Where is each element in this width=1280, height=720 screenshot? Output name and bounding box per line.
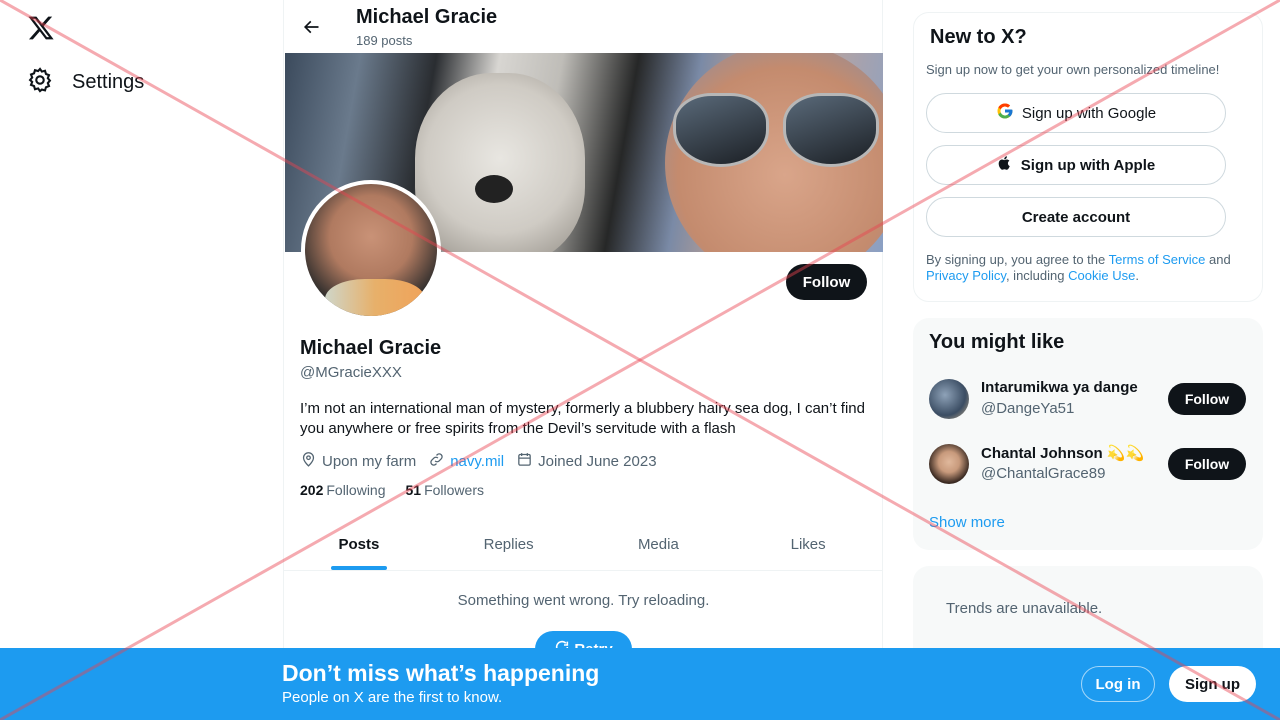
suggested-user-handle: @DangeYa51 [981,400,1075,417]
suggested-user-name: Intarumikwa ya dange [981,379,1138,396]
avatar[interactable] [929,379,969,419]
signup-card-title: New to X? [930,26,1027,48]
link-icon [428,451,445,472]
signup-card: New to X? Sign up now to get your own pe… [913,12,1263,302]
follow-button[interactable]: Follow [1168,383,1246,415]
profile-website[interactable]: navy.mil [428,451,504,472]
bottom-bar-subtitle: People on X are the first to know. [282,689,503,706]
calendar-icon [516,451,533,472]
profile-handle: @MGracieXXX [300,364,402,381]
x-logo-icon[interactable] [26,14,56,44]
signup-google-button[interactable]: Sign up with Google [926,93,1226,133]
signup-apple-label: Sign up with Apple [1020,156,1156,174]
signup-button[interactable]: Sign up [1169,666,1256,702]
bottom-signup-bar: Don’t miss what’s happening People on X … [0,648,1280,720]
create-account-button[interactable]: Create account [926,197,1226,237]
profile-bio: I’m not an international man of mystery,… [300,400,865,437]
following-count: 202 [300,482,324,498]
apple-icon [997,154,1013,176]
location-text: Upon my farm [322,453,417,470]
nav-settings[interactable]: Settings [26,66,144,99]
terms-and: and [1205,252,1231,267]
back-arrow-icon[interactable] [298,14,324,40]
suggested-user[interactable]: Chantal Johnson 💫💫 @ChantalGrace89 Follo… [929,444,1247,488]
followers-count: 51 [405,482,422,498]
followers-link[interactable]: 51 Followers [406,482,484,498]
signup-google-label: Sign up with Google [1021,104,1157,122]
suggested-user-handle: @ChantalGrace89 [981,465,1106,482]
left-nav: Settings [0,0,283,720]
location-pin-icon [300,451,317,472]
suggested-user-name: Chantal Johnson [981,445,1103,462]
signup-apple-button[interactable]: Sign up with Apple [926,145,1226,185]
terms-prefix: By signing up, you agree to the [926,252,1109,267]
follow-button[interactable]: Follow [1168,448,1246,480]
avatar[interactable] [301,180,441,320]
signup-card-subtitle: Sign up now to get your own personalized… [926,62,1220,77]
banner-dog [415,73,585,252]
google-icon [996,102,1014,124]
avatar[interactable] [929,444,969,484]
nav-settings-label: Settings [72,71,145,93]
terms-including: , including [1005,268,1069,283]
profile-column: Michael Gracie 189 posts Follow Michael … [283,0,883,720]
terms-text: By signing up, you agree to the Terms of… [926,252,1252,284]
tab-likes[interactable]: Likes [733,518,883,570]
profile-joined: Joined June 2023 [516,451,657,472]
header-post-count: 189 posts [356,33,413,48]
terms-end: . [1135,268,1139,283]
profile-header-bar: Michael Gracie 189 posts [284,0,884,53]
feed-error-message: Something went wrong. Try reloading. [457,592,710,609]
gear-icon [26,66,54,99]
banner-sunglasses [673,93,883,173]
tab-replies[interactable]: Replies [434,518,584,570]
suggested-user-name-row: Chantal Johnson 💫💫 [981,444,1144,462]
followers-label: Followers [424,482,484,498]
suggested-user[interactable]: Intarumikwa ya dange @DangeYa51 Follow [929,379,1247,423]
privacy-policy-link[interactable]: Privacy Policy [926,268,1006,283]
following-label: Following [326,482,386,498]
trends-unavailable-message: Trends are unavailable. [946,600,1103,617]
banner-dog-nose [475,175,513,203]
you-might-like-card: You might like Intarumikwa ya dange @Dan… [913,318,1263,550]
website-link[interactable]: navy.mil [450,453,504,470]
joined-text: Joined June 2023 [538,453,657,470]
profile-location: Upon my farm [300,451,416,472]
profile-name: Michael Gracie [300,337,442,359]
tab-posts[interactable]: Posts [284,518,434,570]
cookie-use-link[interactable]: Cookie Use [1068,268,1135,283]
follow-button[interactable]: Follow [786,264,867,300]
tab-media[interactable]: Media [584,518,734,570]
following-link[interactable]: 202 Following [300,482,386,498]
login-button[interactable]: Log in [1081,666,1155,702]
bottom-bar-title: Don’t miss what’s happening [282,660,600,686]
header-name: Michael Gracie [356,6,498,28]
show-more-link[interactable]: Show more [929,514,1005,531]
avatar-scarf [325,279,425,316]
profile-stats: 202 Following 51 Followers [300,482,484,498]
terms-of-service-link[interactable]: Terms of Service [1109,252,1206,267]
you-might-like-title: You might like [929,331,1065,353]
profile-meta: Upon my farm navy.mil Joined June 2023 [300,451,657,472]
profile-tabs: Posts Replies Media Likes [284,518,883,571]
dizzy-emoji-icon: 💫💫 [1106,445,1145,462]
